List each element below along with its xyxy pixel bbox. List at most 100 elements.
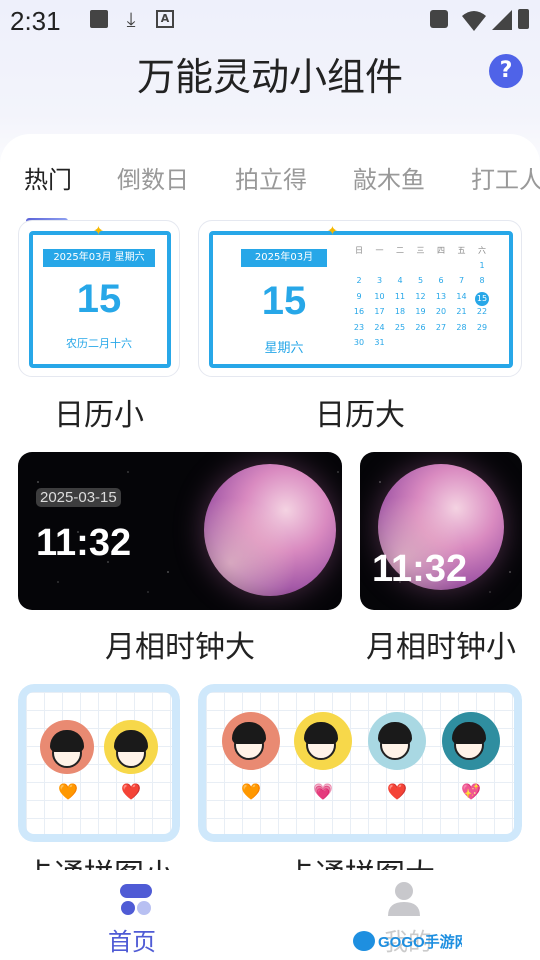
moon-image <box>204 464 336 596</box>
help-button[interactable]: ? <box>489 54 523 88</box>
calendar-day: 15 <box>261 279 307 323</box>
calendar-date-cell: 19 <box>415 307 426 316</box>
battery-icon <box>518 9 529 29</box>
heart-icon: ❤️ <box>387 782 407 801</box>
calendar-date-cell: 5 <box>417 276 424 285</box>
calendar-date-cell: 24 <box>374 322 385 332</box>
calendar-dots-top <box>221 231 501 235</box>
app-title: 万能灵动小组件 <box>136 55 403 99</box>
avatar-boy-2 <box>368 712 426 770</box>
calendar-dots-left <box>29 245 33 353</box>
status-time: 2:31 <box>10 6 61 36</box>
calendar-date-cell: 12 <box>415 291 426 301</box>
heart-icon: 💖 <box>461 782 481 801</box>
calendar-date-cell: 26 <box>415 322 426 332</box>
calendar-date-cell: 16 <box>353 307 365 316</box>
heart-icon: 🧡 <box>241 782 261 801</box>
wifi-icon <box>462 11 486 31</box>
watermark-logo: GOGO手游网 <box>353 931 462 951</box>
calendar-date-cell: 22 <box>476 307 488 316</box>
calendar-large-widget[interactable]: ✦ 2025年03月 15 星期六 日一二三四五六 1 2 3 4 5 6 7 8 9 10 11 12… <box>198 220 522 377</box>
calendar-date-cell: 1 <box>479 260 485 270</box>
moon-time: 11:32 <box>372 548 468 590</box>
calendar-small-widget[interactable]: ✦ 2025年03月 星期六 15 农历二月十六 <box>18 220 180 377</box>
calendar-dots-right <box>509 245 513 353</box>
moon-clock-large-label: 月相时钟大 <box>105 630 255 665</box>
calendar-large-label: 日历大 <box>315 398 405 433</box>
star-icon: ✦ <box>327 224 338 239</box>
calendar-date-cell: 7 <box>458 276 465 285</box>
heart-icon: ❤️ <box>121 782 141 801</box>
work-profile-icon <box>430 10 448 28</box>
calendar-date-cell: 27 <box>435 322 447 332</box>
download-icon: ⤓ <box>126 7 136 31</box>
weekday-header: 四 <box>437 246 445 255</box>
calendar-dots-left <box>209 245 213 353</box>
avatar-girl-2 <box>442 712 500 770</box>
calendar-date-cell: 3 <box>376 276 383 285</box>
calendar-dots-bottom <box>41 364 159 368</box>
main-content: 热门 倒数日 拍立得 敲木鱼 打工人 ✦ 2025年03月 星期六 15 农历二… <box>0 134 540 960</box>
calendar-date-cell: 10 <box>374 291 385 301</box>
avatar-girl <box>104 720 158 774</box>
calendar-weekday: 星期六 <box>264 341 304 356</box>
avatar-boy <box>40 720 94 774</box>
star-icon: ✦ <box>93 224 104 239</box>
a-notification-icon: A <box>156 10 174 28</box>
calendar-date-cell: 28 <box>456 322 467 332</box>
cellular-signal-icon <box>492 10 512 30</box>
calendar-date-cell: 13 <box>435 291 447 301</box>
weekday-header: 二 <box>396 246 404 255</box>
calendar-date-cell: 20 <box>435 307 447 316</box>
moon-time: 11:32 <box>36 522 132 564</box>
moon-clock-small-widget[interactable]: 11:32 <box>360 452 522 610</box>
tab-countdown[interactable]: 倒数日 <box>117 160 189 195</box>
calendar-date-cell: 9 <box>356 291 362 301</box>
nav-home[interactable]: 首页 <box>100 870 180 960</box>
calendar-day: 15 <box>76 277 122 321</box>
weekday-header: 五 <box>457 246 466 255</box>
weekday-header: 一 <box>375 246 384 255</box>
moon-clock-small-label: 月相时钟小 <box>366 630 516 665</box>
calendar-date-cell: 18 <box>394 307 406 316</box>
avatar-boy <box>222 712 280 770</box>
calendar-date-cell: 6 <box>438 276 444 285</box>
bottom-nav: 首页 我的 GOGO手游网 <box>0 870 540 960</box>
tab-wooden-fish[interactable]: 敲木鱼 <box>353 160 425 195</box>
cloud-border <box>18 684 180 842</box>
calendar-date-cell: 4 <box>397 276 403 285</box>
weekday-header: 六 <box>478 246 486 255</box>
svg-text:GOGO手游网: GOGO手游网 <box>378 933 462 951</box>
calendar-date-cell: 2 <box>356 276 362 285</box>
calendar-date-cell: 11 <box>394 291 406 301</box>
calendar-date-cell: 14 <box>456 291 467 301</box>
tab-worker[interactable]: 打工人 <box>471 160 540 195</box>
calendar-date-cell: 21 <box>456 307 467 316</box>
calendar-dots-right <box>167 245 171 353</box>
moon-date: 2025-03-15 <box>36 488 121 507</box>
nav-home-label: 首页 <box>108 928 156 956</box>
calendar-date-cell: 8 <box>479 276 485 285</box>
calendar-small-label: 日历小 <box>54 398 144 433</box>
cartoon-puzzle-large-widget[interactable]: 🧡 💗 ❤️ 💖 <box>198 684 522 842</box>
moon-clock-large-widget[interactable]: 2025-03-15 11:32 <box>18 452 342 610</box>
tab-polaroid[interactable]: 拍立得 <box>235 160 307 195</box>
category-tabs: 热门 倒数日 拍立得 敲木鱼 打工人 <box>0 160 540 224</box>
tab-hot[interactable]: 热门 <box>24 160 72 195</box>
user-icon <box>388 882 420 916</box>
calendar-date-cell: 31 <box>374 338 385 347</box>
image-notification-icon <box>90 10 108 28</box>
calendar-date-cell: 25 <box>394 322 406 332</box>
weekday-header: 三 <box>416 246 425 255</box>
heart-icon: 🧡 <box>58 782 78 801</box>
calendar-today-cell: 15 <box>475 291 489 306</box>
calendar-date-cell: 23 <box>353 322 365 332</box>
calendar-month-grid: 日一二三四五六 1 2 3 4 5 6 7 8 9 10 11 12 13 14 15 16 17 18 19 20 21… <box>349 245 494 355</box>
calendar-lunar-date: 农历二月十六 <box>66 337 132 350</box>
heart-icon: 💗 <box>313 782 333 801</box>
home-icon <box>120 884 152 915</box>
cartoon-puzzle-small-widget[interactable]: 🧡 ❤️ <box>18 684 180 842</box>
calendar-date-cell: 17 <box>374 307 385 316</box>
calendar-header: 2025年03月 <box>241 249 327 267</box>
calendar-date-cell: 30 <box>353 338 365 347</box>
